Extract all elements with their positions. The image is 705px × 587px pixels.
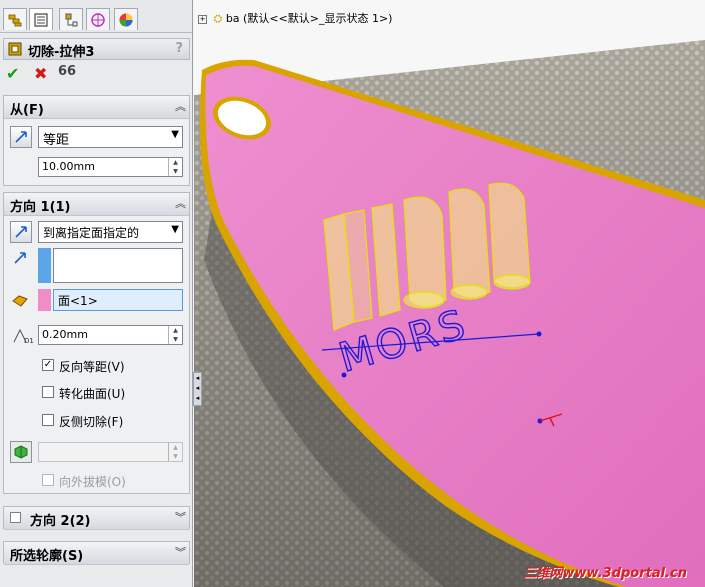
selected-contours-title: 所选轮廓(S) [10,549,84,564]
from-offset-input[interactable]: 10.00mm ▲ ▼ [38,157,183,177]
selected-contours-group: 所选轮廓(S) ︾ [3,541,190,565]
direction-vector-icon [13,251,27,268]
graphics-viewport[interactable]: MORS [194,0,705,587]
draft-outward-box [42,474,54,486]
from-type-value: 等距 [43,133,70,148]
dropdown-arrow-icon: ▼ [171,224,179,235]
flip-side-box[interactable] [42,414,54,426]
watermark: 三维网www.3dportal.cn [523,566,687,581]
display-manager-tab[interactable] [114,8,138,30]
configuration-manager-tab[interactable] [59,8,83,30]
draft-outward-label: 向外拔模(O) [59,475,126,489]
panel-collapse-grip[interactable]: ◂ ◂ ◂ [193,372,202,406]
direction1-offset-input[interactable]: 0.20mm ▲ ▼ [38,325,183,345]
flip-side-label: 反侧切除(F) [59,415,124,429]
reverse-offset-label: 反向等距(V) [59,360,125,374]
direction2-group-title: 方向 2(2) [30,514,91,529]
from-group: 从(F) ︽ 等距 ▼ 10.00mm ▲ ▼ [3,95,190,186]
detailed-preview-button[interactable]: 66 [58,64,76,79]
reverse-direction-icon [15,226,27,238]
from-type-icon [10,126,32,148]
spin-arrows-icon[interactable]: ▲ ▼ [168,158,182,176]
tree-part-label: ba (默认<<默认>_显示状态 1>) [225,12,393,25]
reverse-direction-button[interactable] [10,221,32,243]
display-manager-tab-icon [119,13,133,26]
feature-tree-root[interactable]: + ⛭ ba (默认<<默认>_显示状态 1>) [198,10,392,26]
direction1-group-header[interactable]: 方向 1(1) ︽ [4,193,189,216]
property-manager-tab[interactable] [29,8,53,30]
help-icon[interactable]: ? [175,41,183,56]
face-selection-value: 面<1> [58,294,98,308]
translate-surface-box[interactable] [42,386,54,398]
feature-manager-tab[interactable] [3,8,27,30]
dropdown-arrow-icon: ▼ [171,129,179,140]
model-scene: MORS [194,0,705,587]
face-color-swatch [38,289,51,311]
collapse-chevron-icon[interactable]: ︽ [175,98,186,114]
property-manager: 切除-拉伸3 ? ✔ ✖ 66 从(F) ︽ 等距 ▼ 10.00mm ▲ ▼ 方… [0,0,193,587]
svg-text:D1: D1 [24,337,34,344]
from-offset-value: 10.00mm [42,160,95,173]
from-type-select[interactable]: 等距 ▼ [38,126,183,148]
face-selection-icon [12,295,28,310]
cancel-button[interactable]: ✖ [34,64,47,83]
ok-button[interactable]: ✔ [6,64,19,83]
dimxpert-tab-icon [91,12,105,27]
cut-extrude-icon [8,42,22,56]
expand-chevron-icon[interactable]: ︾ [175,509,186,525]
manager-tab-bar [0,0,192,33]
direction-color-swatch [38,248,51,283]
from-group-title: 从(F) [10,103,44,118]
dimxpert-tab[interactable] [86,8,110,30]
offset-distance-icon: D1 [12,326,34,347]
direction-vector-list[interactable] [53,248,183,283]
direction1-group-title: 方向 1(1) [10,200,71,215]
face-selection-list[interactable]: 面<1> [53,289,183,311]
configuration-manager-tab-icon [65,13,78,26]
expand-chevron-icon[interactable]: ︾ [175,544,186,560]
end-condition-select[interactable]: 到离指定面指定的 ▼ [38,221,183,243]
spin-arrows-icon[interactable]: ▲ ▼ [168,326,182,344]
feature-manager-tab-icon [8,14,22,26]
draft-toggle-button[interactable] [10,441,32,463]
end-condition-value: 到离指定面指定的 [43,226,140,240]
draft-angle-input: ▲ ▼ [38,442,183,462]
direction1-offset-value: 0.20mm [42,328,88,341]
selected-contours-header[interactable]: 所选轮廓(S) ︾ [4,542,189,565]
property-manager-tab-icon [34,12,48,27]
feature-title-bar: 切除-拉伸3 ? [3,38,190,60]
feature-title: 切除-拉伸3 [28,45,95,60]
reverse-offset-check-icon[interactable]: ✓ [42,359,54,371]
spin-arrows-icon: ▲ ▼ [168,443,182,461]
direction1-group: 方向 1(1) ︽ 到离指定面指定的 ▼ 面<1> D1 0.20mm ▲▼ [3,192,190,494]
collapse-chevron-icon[interactable]: ︽ [175,195,186,211]
part-icon: ⛭ [213,12,223,25]
direction2-checkbox[interactable] [10,512,21,523]
draft-icon [14,445,28,459]
direction2-group-header[interactable]: 方向 2(2) ︾ [4,507,189,530]
direction2-group: 方向 2(2) ︾ [3,506,190,530]
from-group-header[interactable]: 从(F) ︽ [4,96,189,119]
tree-expand-icon[interactable]: + [198,14,207,24]
translate-surface-label: 转化曲面(U) [59,387,126,401]
